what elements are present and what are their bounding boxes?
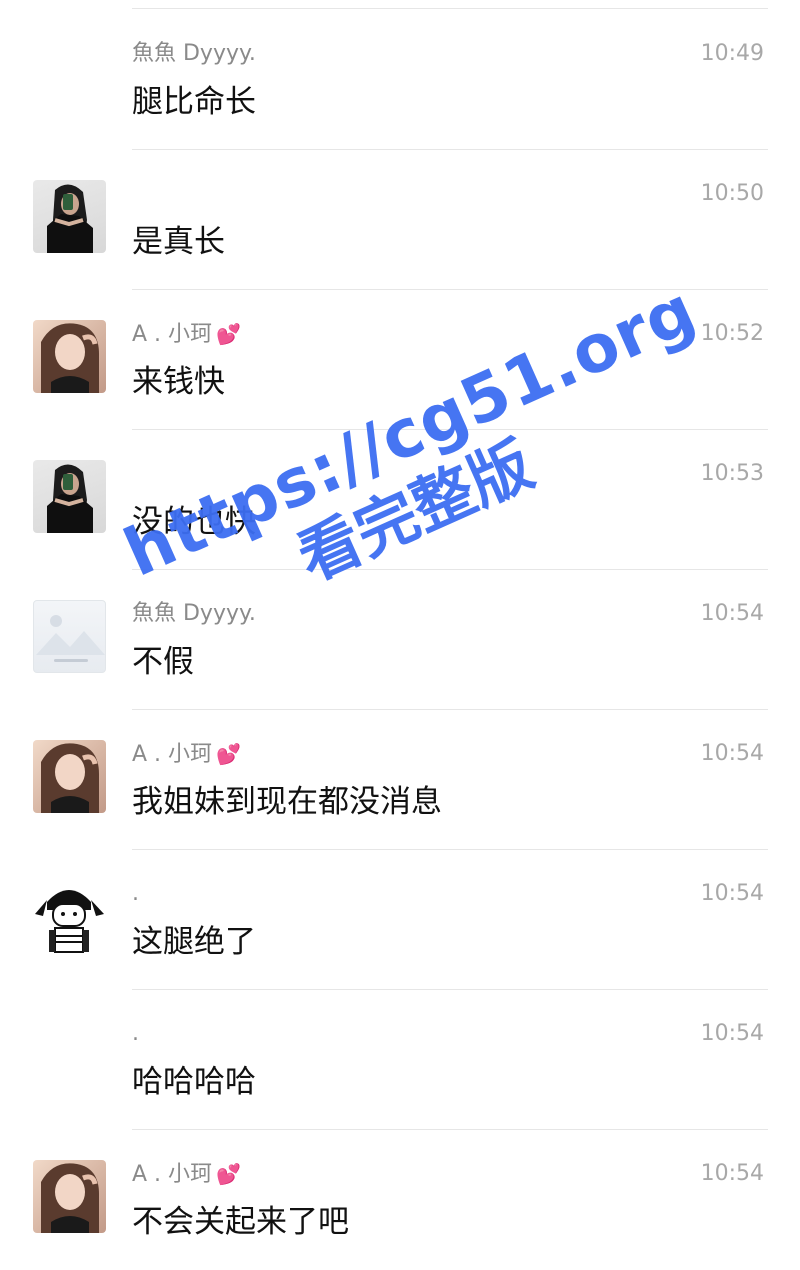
- message-text[interactable]: 没的也快: [132, 502, 256, 542]
- avatar-portrait-icon: [41, 323, 99, 393]
- sender-name[interactable]: .: [132, 1020, 139, 1048]
- heart-icon: 💕: [216, 742, 241, 766]
- message-text[interactable]: 不假: [132, 642, 194, 682]
- avatar[interactable]: [33, 180, 106, 253]
- sender-name[interactable]: .: [132, 880, 139, 908]
- timestamp: 10:54: [700, 1021, 764, 1046]
- sender-name[interactable]: A . 小珂 💕: [132, 1160, 241, 1189]
- avatar[interactable]: [33, 740, 106, 813]
- avatar[interactable]: [33, 460, 106, 533]
- avatar-figure-icon: [47, 464, 93, 533]
- message-text[interactable]: 哈哈哈哈: [132, 1062, 256, 1102]
- divider: [132, 8, 768, 9]
- avatar[interactable]: [33, 600, 106, 673]
- message-text[interactable]: 腿比命长: [132, 82, 256, 122]
- timestamp: 10:50: [700, 181, 764, 206]
- chat-list: 魚魚 Dyyyy. 10:49 腿比命长 10:50 是真长 A . 小珂 💕 …: [0, 0, 800, 1261]
- sender-name[interactable]: 魚魚 Dyyyy.: [132, 600, 256, 628]
- chat-message[interactable]: A . 小珂 💕 10:54 我姐妹到现在都没消息: [0, 710, 800, 850]
- chat-message[interactable]: . 10:54 哈哈哈哈: [0, 990, 800, 1130]
- chat-message[interactable]: . 10:54 这腿绝了: [0, 850, 800, 990]
- sender-name[interactable]: 魚魚 Dyyyy.: [132, 40, 256, 68]
- avatar[interactable]: [33, 320, 106, 393]
- timestamp: 10:53: [700, 461, 764, 486]
- message-text[interactable]: 我姐妹到现在都没消息: [132, 782, 442, 822]
- message-text[interactable]: 这腿绝了: [132, 922, 256, 962]
- message-text[interactable]: 不会关起来了吧: [132, 1202, 349, 1242]
- chat-message[interactable]: A . 小珂 💕 10:52 来钱快: [0, 290, 800, 430]
- message-text[interactable]: 是真长: [132, 222, 225, 262]
- timestamp: 10:54: [700, 601, 764, 626]
- heart-icon: 💕: [216, 322, 241, 346]
- sender-name[interactable]: A . 小珂 💕: [132, 740, 241, 769]
- chat-message[interactable]: 10:53 没的也快: [0, 430, 800, 570]
- image-placeholder-icon: [36, 615, 105, 662]
- timestamp: 10:54: [700, 881, 764, 906]
- timestamp: 10:54: [700, 741, 764, 766]
- chat-message[interactable]: A . 小珂 💕 10:54 不会关起来了吧: [0, 1130, 800, 1270]
- avatar-portrait-icon: [41, 743, 99, 813]
- chat-message[interactable]: 魚魚 Dyyyy. 10:54 不假: [0, 570, 800, 710]
- heart-icon: 💕: [216, 1162, 241, 1186]
- avatar-portrait-icon: [41, 1163, 99, 1233]
- chat-message[interactable]: 魚魚 Dyyyy. 10:49 腿比命长: [0, 10, 800, 150]
- avatar[interactable]: [33, 880, 106, 953]
- avatar-figure-icon: [47, 184, 93, 253]
- avatar[interactable]: [33, 1160, 106, 1233]
- timestamp: 10:52: [700, 321, 764, 346]
- timestamp: 10:54: [700, 1161, 764, 1186]
- timestamp: 10:49: [700, 41, 764, 66]
- cartoon-girl-icon: [35, 890, 104, 953]
- message-text[interactable]: 来钱快: [132, 362, 225, 402]
- sender-name[interactable]: A . 小珂 💕: [132, 320, 241, 349]
- chat-message[interactable]: 10:50 是真长: [0, 150, 800, 290]
